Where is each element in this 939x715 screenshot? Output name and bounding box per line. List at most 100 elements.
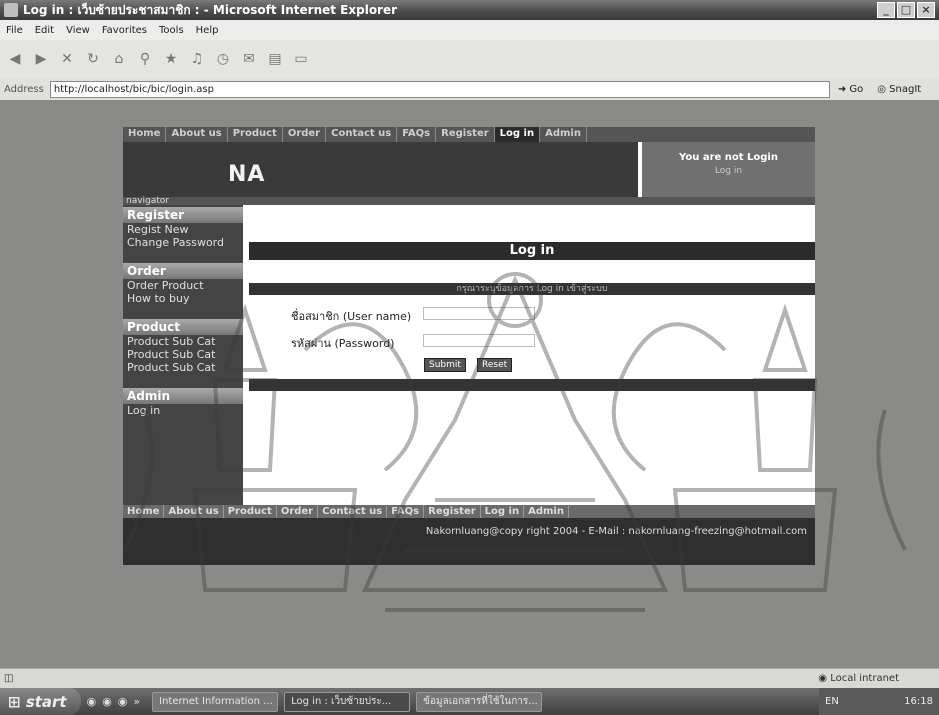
sidebar-item-product-sub-cat[interactable]: Product Sub Cat xyxy=(123,361,243,374)
footer-nav-home[interactable]: Home xyxy=(123,505,165,518)
home-icon[interactable]: ⌂ xyxy=(110,51,128,67)
task-label: ข้อมูลเอกสารที่ใช้ในการ... xyxy=(423,696,538,707)
sidebar-item-change-password[interactable]: Change Password xyxy=(123,236,243,249)
favorites-icon[interactable]: ★ xyxy=(162,51,180,67)
history-icon[interactable]: ◷ xyxy=(214,51,232,67)
copyright-text: Nakornluang@copy right 2004 - E-Mail : n… xyxy=(425,526,807,537)
minimize-button[interactable]: _ xyxy=(877,2,895,18)
sidebar-item-how-to-buy[interactable]: How to buy xyxy=(123,292,243,305)
nav-order[interactable]: Order xyxy=(283,127,327,142)
site-logo: NA xyxy=(228,162,266,187)
task-label: Log in : เว็บซ้ายประ... xyxy=(291,696,392,707)
back-icon[interactable]: ◀ xyxy=(6,51,24,67)
security-zone: ◉ Local intranet xyxy=(818,673,899,684)
nav-contact-us[interactable]: Contact us xyxy=(326,127,398,142)
footer-nav-contact-us[interactable]: Contact us xyxy=(318,505,388,518)
sidebar-item-product-sub-cat[interactable]: Product Sub Cat xyxy=(123,348,243,361)
status-bar: ◫ ◉ Local intranet xyxy=(0,668,939,688)
print-icon[interactable]: ▤ xyxy=(266,51,284,67)
nav-home[interactable]: Home xyxy=(123,127,167,142)
footer-nav-log-in[interactable]: Log in xyxy=(481,505,525,518)
taskbar-item-document[interactable]: ข้อมูลเอกสารที่ใช้ในการ... xyxy=(416,691,543,712)
menu-tools[interactable]: Tools xyxy=(159,25,184,36)
address-bar: Address http://localhost/bic/bic/login.a… xyxy=(0,78,939,100)
window-title: Log in : เว็บซ้ายประชาสมาชิก : - Microso… xyxy=(23,2,398,17)
clock: 16:18 xyxy=(904,696,933,707)
taskbar: ⊞ start ◉◉◉» Internet Information ... Lo… xyxy=(0,688,939,715)
maximize-button[interactable]: □ xyxy=(897,2,915,18)
sidebar-item-regist-new[interactable]: Regist New xyxy=(123,223,243,236)
footer-nav-order[interactable]: Order xyxy=(277,505,319,518)
footer-nav-about-us[interactable]: About us xyxy=(164,505,224,518)
quick-launch[interactable]: ◉◉◉» xyxy=(87,695,147,708)
top-navigation: Home About us Product Order Contact us F… xyxy=(123,127,815,142)
reset-button[interactable]: Reset xyxy=(477,358,513,372)
window-titlebar: Log in : เว็บซ้ายประชาสมาชิก : - Microso… xyxy=(0,0,939,20)
menu-favorites[interactable]: Favorites xyxy=(102,25,147,36)
login-panel: Log in กรุณาระบุข้อมูลการ Log in เข้าสู่… xyxy=(243,205,815,505)
login-status-box: You are not Login Log in xyxy=(638,142,815,197)
sidebar: Register Regist New Change Password Orde… xyxy=(123,205,243,505)
login-status-text: You are not Login xyxy=(679,152,778,163)
stop-icon[interactable]: ✕ xyxy=(58,51,76,67)
footer-nav-product[interactable]: Product xyxy=(224,505,277,518)
nav-about-us[interactable]: About us xyxy=(166,127,228,142)
nav-faqs[interactable]: FAQs xyxy=(397,127,437,142)
password-label: รหัสผ่าน (Password) xyxy=(291,337,395,350)
browser-toolbar: ◀ ▶ ✕ ↻ ⌂ ⚲ ★ ♫ ◷ ✉ ▤ ▭ xyxy=(0,40,939,78)
sidebar-heading-order: Order xyxy=(123,263,243,279)
page-viewport: Home About us Product Order Contact us F… xyxy=(0,100,939,668)
edit-icon[interactable]: ▭ xyxy=(292,51,310,67)
sidebar-item-admin-log-in[interactable]: Log in xyxy=(123,404,243,417)
bottom-navigation: Home About us Product Order Contact us F… xyxy=(123,505,815,518)
windows-logo-icon: ⊞ xyxy=(8,692,21,711)
menu-help[interactable]: Help xyxy=(196,25,219,36)
username-input[interactable] xyxy=(423,307,535,320)
page-icon: ◫ xyxy=(4,673,14,684)
menu-edit[interactable]: Edit xyxy=(35,25,54,36)
snagit-button[interactable]: ◎ SnagIt xyxy=(877,84,921,95)
close-button[interactable]: × xyxy=(917,2,935,18)
taskbar-item-iis[interactable]: Internet Information ... xyxy=(152,691,279,712)
menu-file[interactable]: File xyxy=(6,25,23,36)
go-button[interactable]: ➜ Go xyxy=(838,84,863,95)
sidebar-item-product-sub-cat[interactable]: Product Sub Cat xyxy=(123,335,243,348)
submit-button[interactable]: Submit xyxy=(424,358,466,372)
footer-nav-admin[interactable]: Admin xyxy=(524,505,569,518)
taskbar-item-ie-login[interactable]: Log in : เว็บซ้ายประ... xyxy=(284,691,411,712)
navigator-strip: navigator xyxy=(123,197,815,206)
nav-register[interactable]: Register xyxy=(436,127,495,142)
nav-admin[interactable]: Admin xyxy=(540,127,587,142)
window-controls: _ □ × xyxy=(877,2,935,18)
footer-nav-faqs[interactable]: FAQs xyxy=(387,505,425,518)
language-indicator[interactable]: EN xyxy=(825,696,839,707)
forward-icon[interactable]: ▶ xyxy=(32,51,50,67)
address-input[interactable]: http://localhost/bic/bic/login.asp xyxy=(49,80,830,98)
menu-view[interactable]: View xyxy=(66,25,90,36)
task-label: Internet Information ... xyxy=(159,696,273,707)
sidebar-heading-admin: Admin xyxy=(123,388,243,404)
footer-nav-register[interactable]: Register xyxy=(424,505,481,518)
login-title: Log in xyxy=(249,242,815,260)
sidebar-heading-register: Register xyxy=(123,207,243,223)
zone-label: Local intranet xyxy=(830,673,899,684)
login-footer-bar xyxy=(249,379,815,391)
sidebar-item-order-product[interactable]: Order Product xyxy=(123,279,243,292)
system-tray: EN 16:18 xyxy=(819,688,939,715)
site-banner: NA You are not Login Log in xyxy=(123,142,815,197)
media-icon[interactable]: ♫ xyxy=(188,51,206,67)
login-status-link[interactable]: Log in xyxy=(642,166,815,176)
address-url: http://localhost/bic/bic/login.asp xyxy=(53,83,214,95)
ie-icon xyxy=(4,3,18,17)
nav-product[interactable]: Product xyxy=(228,127,283,142)
username-label: ชื่อสมาชิก (User name) xyxy=(291,310,412,323)
password-input[interactable] xyxy=(423,334,535,347)
snagit-label: SnagIt xyxy=(889,83,922,95)
start-button[interactable]: ⊞ start xyxy=(0,688,81,715)
refresh-icon[interactable]: ↻ xyxy=(84,51,102,67)
mail-icon[interactable]: ✉ xyxy=(240,51,258,67)
start-label: start xyxy=(25,692,67,711)
address-label: Address xyxy=(4,83,44,95)
search-icon[interactable]: ⚲ xyxy=(136,51,154,67)
nav-log-in[interactable]: Log in xyxy=(494,127,541,142)
